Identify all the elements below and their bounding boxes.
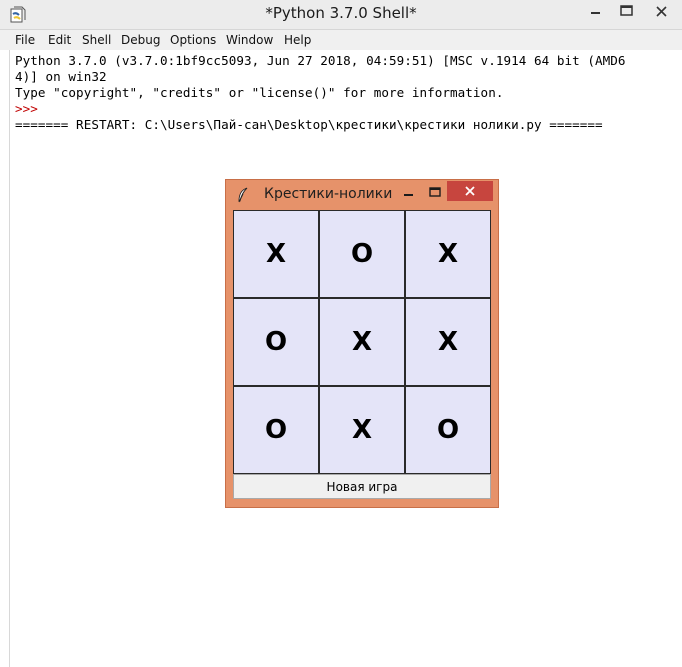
minimize-icon <box>591 12 600 14</box>
board-cell[interactable]: O <box>319 210 405 298</box>
close-button[interactable] <box>642 0 682 24</box>
menu-help[interactable]: Help <box>284 33 311 47</box>
tk-minimize-button[interactable] <box>398 184 420 202</box>
shell-titlebar: *Python 3.7.0 Shell* <box>0 0 682 30</box>
shell-output-line: 4)] on win32 <box>15 69 107 84</box>
tk-titlebar: Крестики-нолики <box>226 180 498 210</box>
shell-output-line: Python 3.7.0 (v3.7.0:1bf9cc5093, Jun 27 … <box>15 53 626 68</box>
board-cell[interactable]: X <box>319 298 405 386</box>
new-game-button[interactable]: Новая игра <box>233 474 491 499</box>
menu-file[interactable]: File <box>15 33 35 47</box>
menu-options[interactable]: Options <box>170 33 216 47</box>
minimize-icon <box>404 194 413 196</box>
restart-line: ======= RESTART: C:\Users\Пай-сан\Deskto… <box>15 117 603 132</box>
board-cell[interactable]: X <box>319 386 405 474</box>
tk-close-button[interactable] <box>447 181 493 201</box>
board-cell[interactable]: X <box>233 210 319 298</box>
maximize-button[interactable] <box>612 0 642 24</box>
menu-debug[interactable]: Debug <box>121 33 160 47</box>
maximize-icon <box>620 5 633 16</box>
board-cell[interactable]: X <box>405 210 491 298</box>
board-cell[interactable]: O <box>233 386 319 474</box>
shell-prompt: >>> <box>15 101 38 116</box>
close-icon <box>465 186 475 196</box>
menu-window[interactable]: Window <box>226 33 273 47</box>
shell-output-line: Type "copyright", "credits" or "license(… <box>15 85 504 100</box>
tk-feather-icon <box>238 187 248 203</box>
board-cell[interactable]: X <box>405 298 491 386</box>
close-icon <box>656 6 667 17</box>
tic-tac-toe-window: Крестики-нолики X O X O X X O X O Новая … <box>225 179 499 508</box>
board-cell[interactable]: O <box>405 386 491 474</box>
window-left-edge <box>0 50 9 667</box>
tk-maximize-button[interactable] <box>424 184 446 202</box>
menu-edit[interactable]: Edit <box>48 33 71 47</box>
menu-bar: File Edit Shell Debug Options Window Hel… <box>0 30 682 50</box>
minimize-button[interactable] <box>578 0 612 24</box>
board-cell[interactable]: O <box>233 298 319 386</box>
menu-shell[interactable]: Shell <box>82 33 111 47</box>
tk-window-title: Крестики-нолики <box>264 186 393 202</box>
maximize-icon <box>429 187 441 197</box>
game-board: X O X O X X O X O <box>233 210 492 474</box>
